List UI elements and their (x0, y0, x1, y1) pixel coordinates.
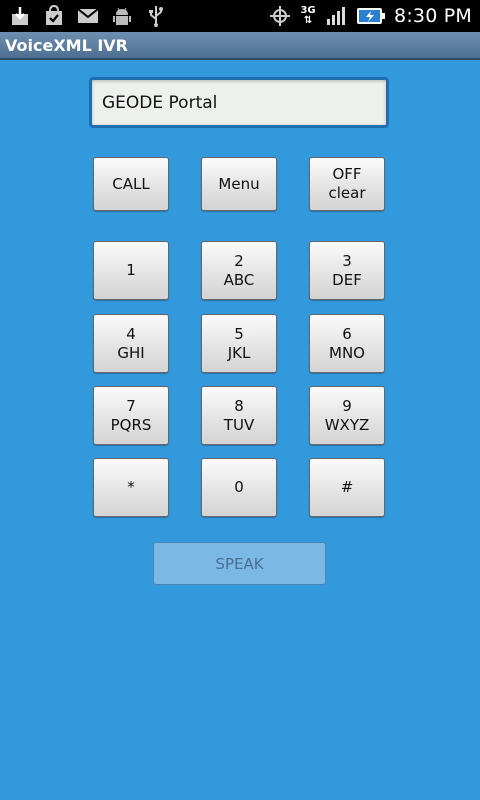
key-4[interactable]: 4 GHI (93, 314, 169, 373)
clear-button-label: clear (328, 184, 366, 202)
title-bar: VoiceXML IVR (0, 32, 480, 60)
status-bar: 3G ⇅ 8:30 PM (0, 0, 480, 32)
key-9[interactable]: 9 WXYZ (309, 386, 385, 445)
key-digit: 7 (126, 396, 136, 415)
key-8[interactable]: 8 TUV (201, 386, 277, 445)
key-1[interactable]: 1 (93, 241, 169, 300)
call-button-label: CALL (112, 174, 150, 193)
key-letters: DEF (332, 270, 362, 289)
status-time: 8:30 PM (394, 5, 472, 27)
key-digit: 9 (342, 396, 352, 415)
key-letters: WXYZ (324, 415, 370, 434)
key-digit: 6 (342, 324, 352, 343)
key-digit: 2 (234, 251, 244, 270)
key-hash[interactable]: # (309, 458, 385, 517)
android-debug-icon (110, 4, 134, 28)
key-letters: MNO (329, 343, 365, 362)
key-5[interactable]: 5 JKL (201, 314, 277, 373)
destination-field-container (89, 77, 389, 128)
data-activity-arrows: ⇅ (303, 15, 313, 26)
network-3g-icon: 3G ⇅ (300, 4, 316, 28)
menu-button-label: Menu (218, 174, 260, 193)
notification-icons (8, 4, 168, 28)
gmail-icon (76, 4, 100, 28)
speak-button[interactable]: SPEAK (153, 542, 326, 585)
gps-icon (268, 4, 292, 28)
key-digit: 8 (234, 396, 244, 415)
off-clear-button[interactable]: OFF clear (309, 157, 385, 211)
system-status-icons: 3G ⇅ 8:30 PM (268, 3, 472, 29)
key-3[interactable]: 3 DEF (309, 241, 385, 300)
key-letters: ABC (223, 270, 255, 289)
key-digit: 0 (234, 478, 244, 496)
key-letters: TUV (223, 415, 255, 434)
store-bag-icon (42, 4, 66, 28)
key-digit: 4 (126, 324, 136, 343)
key-2[interactable]: 2 ABC (201, 241, 277, 300)
key-letters: JKL (227, 343, 251, 362)
key-0[interactable]: 0 (201, 458, 277, 517)
key-digit: * (127, 478, 135, 496)
key-digit: 5 (234, 324, 244, 343)
signal-bars-icon (324, 4, 348, 28)
key-letters: PQRS (110, 415, 152, 434)
speak-button-label: SPEAK (215, 554, 264, 573)
key-star[interactable]: * (93, 458, 169, 517)
destination-input[interactable] (92, 80, 386, 125)
key-7[interactable]: 7 PQRS (93, 386, 169, 445)
usb-icon (144, 4, 168, 28)
key-letters: GHI (117, 343, 145, 362)
call-button[interactable]: CALL (93, 157, 169, 211)
battery-charging-icon (356, 4, 386, 28)
key-6[interactable]: 6 MNO (309, 314, 385, 373)
key-digit: # (340, 478, 354, 496)
key-digit: 1 (126, 261, 136, 279)
key-digit: 3 (342, 251, 352, 270)
download-icon (8, 4, 32, 28)
menu-button[interactable]: Menu (201, 157, 277, 211)
app-title: VoiceXML IVR (5, 36, 128, 55)
off-button-label: OFF (332, 165, 362, 183)
